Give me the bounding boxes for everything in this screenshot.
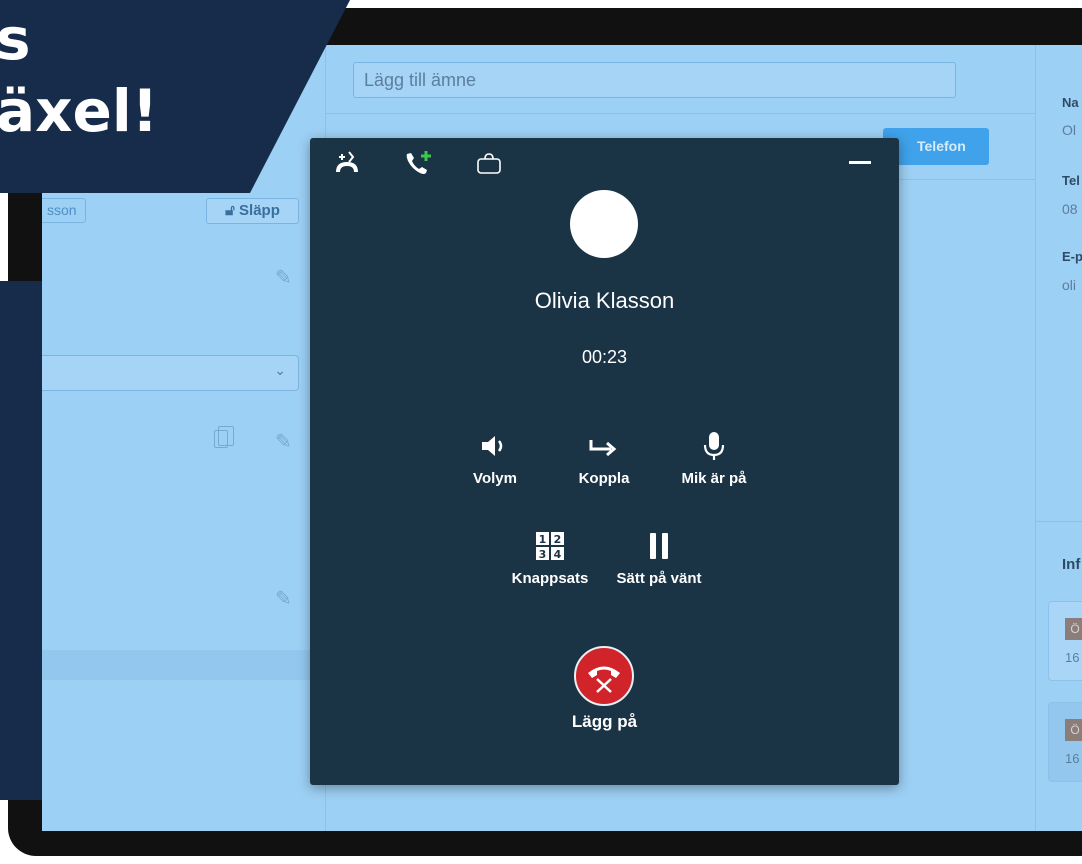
contact-name-tag[interactable]: sson <box>42 198 86 223</box>
speaker-icon <box>440 428 550 464</box>
email-label: E-p <box>1062 249 1082 264</box>
hold-button[interactable]: Sätt på vänt <box>604 528 714 587</box>
pause-icon <box>604 528 714 564</box>
add-call-icon[interactable] <box>402 148 432 178</box>
transfer-label: Koppla <box>578 470 630 487</box>
banner-line-1: s <box>0 5 31 73</box>
volume-button[interactable]: Volym <box>440 428 550 487</box>
keypad-digit: 3 <box>539 548 547 561</box>
transfer-arrow-icon <box>549 428 659 464</box>
right-panel: Na Ol Tel 08 E-p oli Inf Ö 16 Ö 16 <box>1036 45 1082 831</box>
divider <box>326 113 1036 114</box>
status-badge: Ö <box>1065 618 1082 640</box>
unlock-icon: 🔓︎ <box>225 202 235 219</box>
keypad-digit: 1 <box>539 533 547 546</box>
keypad-digit: 2 <box>554 533 562 546</box>
keypad-label: Knappsats <box>511 570 589 587</box>
divider <box>1036 521 1082 522</box>
email-value[interactable]: oli <box>1062 277 1076 293</box>
release-button[interactable]: 🔓︎ Släpp <box>206 198 299 224</box>
transfer-button[interactable]: Koppla <box>549 428 659 487</box>
item-number: 16 <box>1065 650 1080 665</box>
phone-button-label: Telefon <box>917 138 966 154</box>
banner-edge <box>0 193 8 281</box>
edit-pencil-icon[interactable]: ✎ <box>275 429 292 454</box>
banner-side-block <box>0 281 42 800</box>
banner-line-2: äxel! <box>0 77 159 145</box>
call-dialog: Olivia Klasson 00:23 Volym Koppla Mik är… <box>310 138 899 785</box>
microphone-button[interactable]: Mik är på <box>659 428 769 487</box>
chevron-down-icon: ⌄ <box>274 362 286 378</box>
keypad-button[interactable]: 1 2 3 4 Knappsats <box>495 528 605 587</box>
volume-label: Volym <box>473 470 517 487</box>
selected-row[interactable] <box>42 650 326 680</box>
microphone-label: Mik är på <box>681 470 747 487</box>
subject-input[interactable]: Lägg till ämne <box>353 62 956 98</box>
status-badge: Ö <box>1065 719 1082 741</box>
briefcase-icon[interactable] <box>474 148 504 178</box>
list-item[interactable]: Ö 16 <box>1048 601 1082 681</box>
name-value: Ol <box>1062 122 1076 138</box>
edit-pencil-icon[interactable]: ✎ <box>275 265 292 290</box>
caller-name: Olivia Klasson <box>534 288 675 313</box>
section-title: Inf <box>1062 556 1081 573</box>
edit-pencil-icon[interactable]: ✎ <box>275 586 292 611</box>
avatar <box>570 190 638 258</box>
hangup-button[interactable] <box>574 646 634 706</box>
status-select[interactable]: ⌄ <box>42 355 299 391</box>
page-frame: sson 🔓︎ Släpp ✎ ⌄ ✎ ✎ Lägg till ämne Tel… <box>0 0 1082 864</box>
item-number: 16 <box>1065 751 1080 766</box>
hangup-phone-icon <box>588 666 620 693</box>
keypad-digit: 4 <box>554 548 562 561</box>
minimize-button[interactable] <box>849 161 871 164</box>
microphone-icon <box>659 428 769 464</box>
keypad-icon: 1 2 3 4 <box>495 528 605 564</box>
list-item[interactable]: Ö 16 <box>1048 702 1082 782</box>
hold-label: Sätt på vänt <box>616 570 702 587</box>
hangup-label: Lägg på <box>571 712 638 731</box>
copy-icon[interactable] <box>214 426 234 448</box>
release-button-label: Släpp <box>239 202 280 219</box>
phone-label: Tel <box>1062 173 1080 188</box>
phone-value[interactable]: 08 <box>1062 201 1078 217</box>
name-label: Na <box>1062 95 1079 110</box>
call-timer: 00:23 <box>581 347 628 367</box>
transfer-call-icon[interactable] <box>332 148 362 178</box>
